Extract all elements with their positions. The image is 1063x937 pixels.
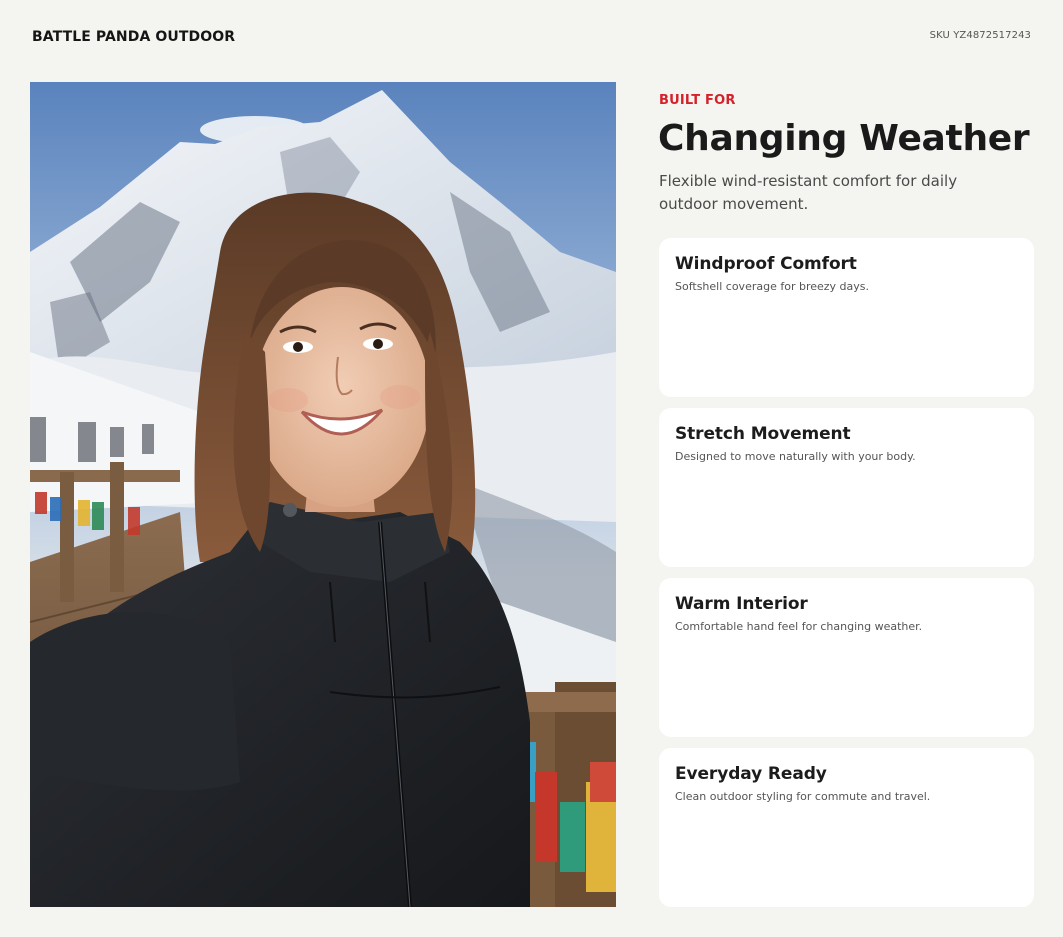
feature-title: Warm Interior: [675, 594, 808, 614]
feature-description: Softshell coverage for breezy days.: [675, 280, 870, 293]
page-subtitle: Flexible wind-resistant comfort for dail…: [659, 172, 958, 213]
eyebrow-label: BUILT FOR: [659, 93, 736, 108]
feature-title: Stretch Movement: [675, 424, 851, 444]
feature-card-everyday: Everyday Ready Clean outdoor styling for…: [659, 748, 1034, 907]
product-page: BATTLE PANDA OUTDOOR SKU YZ4872517243 BU…: [0, 0, 1063, 937]
product-photo: [30, 82, 616, 907]
feature-card-warm: Warm Interior Comfortable hand feel for …: [659, 578, 1034, 737]
feature-title: Windproof Comfort: [675, 254, 857, 274]
mountain-selfie-photo: [30, 82, 616, 907]
sku-label: SKU YZ4872517243: [929, 30, 1031, 41]
feature-description: Designed to move naturally with your bod…: [675, 450, 916, 463]
feature-description: Clean outdoor styling for commute and tr…: [675, 790, 931, 803]
feature-title: Everyday Ready: [675, 764, 827, 784]
page-title: Changing Weather: [658, 118, 1030, 159]
feature-card-windproof: Windproof Comfort Softshell coverage for…: [659, 238, 1034, 397]
feature-card-stretch: Stretch Movement Designed to move natura…: [659, 408, 1034, 567]
feature-description: Comfortable hand feel for changing weath…: [675, 620, 923, 633]
brand-name: BATTLE PANDA OUTDOOR: [32, 29, 236, 45]
